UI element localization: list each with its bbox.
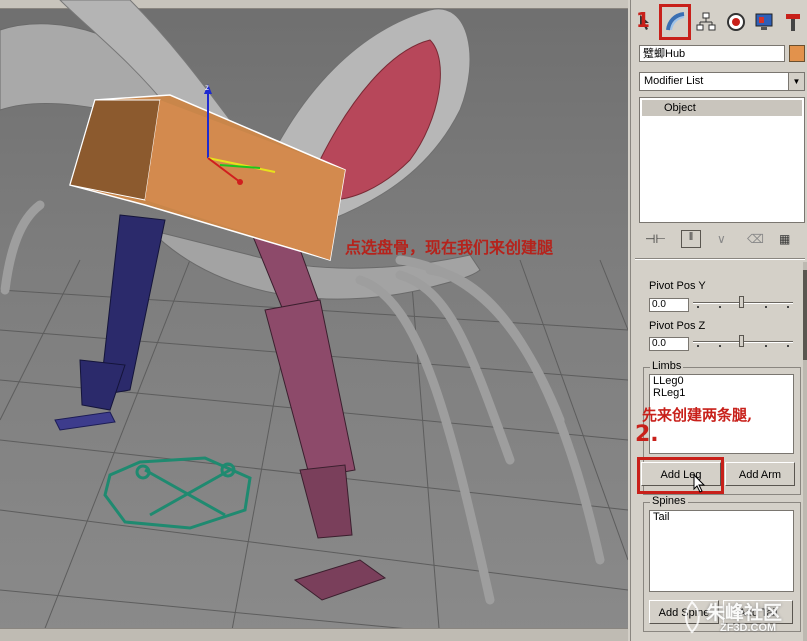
rollout-separator — [635, 258, 805, 260]
command-panel: 1 躄蝍Hub Modifier List ▼ Object ⊣⊢ ‖ ∨ ⌫ … — [630, 0, 807, 641]
tab-hierarchy[interactable] — [694, 8, 718, 36]
pivot-y-slider[interactable] — [693, 296, 793, 308]
spines-list[interactable]: Tail — [649, 510, 794, 592]
add-arm-button[interactable]: Add Arm — [725, 462, 795, 486]
hierarchy-icon — [696, 12, 716, 32]
step-1-marker: 1 — [636, 8, 650, 32]
tutorial-annotation-panel: 先来创建两条腿, — [642, 406, 753, 424]
biped-left-leg — [54, 214, 166, 431]
watermark-logo-icon — [680, 600, 704, 639]
mouse-cursor-icon — [693, 473, 707, 499]
stack-item-object[interactable]: Object — [642, 100, 802, 116]
pivot-y-field[interactable]: 0.0 — [649, 298, 689, 312]
svg-text:z: z — [205, 83, 209, 92]
spines-title: Spines — [650, 495, 688, 507]
object-color-swatch[interactable] — [789, 45, 805, 62]
list-item[interactable]: LLeg0 — [650, 375, 793, 387]
list-item[interactable]: RLeg1 — [650, 387, 793, 399]
modifier-stack[interactable]: Object — [639, 97, 805, 223]
pivot-y-label: Pivot Pos Y — [649, 280, 706, 292]
list-item[interactable]: Tail — [650, 511, 793, 523]
site-watermark: 朱峰社区 ZF3D.COM — [676, 594, 807, 641]
pin-stack-icon[interactable]: ⊣⊢ — [645, 232, 666, 246]
motion-icon — [726, 12, 746, 32]
slider-thumb[interactable] — [739, 296, 744, 308]
modifier-list-label: Modifier List — [644, 75, 704, 87]
perspective-viewport[interactable]: z 点选盘骨，现在我们来创建腿 — [0, 0, 628, 641]
show-end-result-icon[interactable]: ‖ — [681, 230, 701, 248]
watermark-title: 朱峰社区 — [706, 603, 783, 624]
tutorial-highlight-modify-tab — [659, 4, 691, 40]
remove-modifier-icon[interactable]: ⌫ — [747, 232, 764, 246]
limbs-title: Limbs — [650, 360, 684, 372]
modifier-list-dropdown[interactable]: Modifier List ▼ — [639, 72, 805, 91]
biped-center-icon — [103, 456, 252, 530]
object-name-field[interactable]: 躄蝍Hub — [639, 45, 785, 62]
make-unique-icon[interactable]: ∨ — [717, 232, 726, 246]
watermark-url: ZF3D.COM — [720, 622, 777, 634]
tutorial-highlight-add-leg — [637, 457, 724, 494]
panel-scrollbar-thumb[interactable] — [803, 270, 807, 360]
viewport-scene: z — [0, 0, 628, 641]
tab-display[interactable] — [752, 8, 776, 36]
tutorial-annotation-viewport: 点选盘骨，现在我们来创建腿 — [345, 238, 554, 257]
stack-toolbar: ⊣⊢ ‖ ∨ ⌫ ▦ — [639, 228, 805, 252]
pivot-z-slider[interactable] — [693, 335, 793, 347]
step-2-marker: 2. — [635, 422, 659, 447]
tab-utilities[interactable] — [781, 8, 805, 36]
configure-sets-icon[interactable]: ▦ — [779, 232, 790, 246]
display-monitor-icon — [754, 12, 774, 32]
pivot-z-label: Pivot Pos Z — [649, 320, 706, 332]
pivot-z-field[interactable]: 0.0 — [649, 337, 689, 351]
slider-thumb[interactable] — [739, 335, 744, 347]
command-panel-tabs: 1 — [631, 6, 807, 40]
chevron-down-icon: ▼ — [788, 73, 804, 90]
timeline-ruler[interactable] — [0, 628, 628, 641]
tab-motion[interactable] — [724, 8, 748, 36]
hammer-icon — [783, 12, 803, 32]
